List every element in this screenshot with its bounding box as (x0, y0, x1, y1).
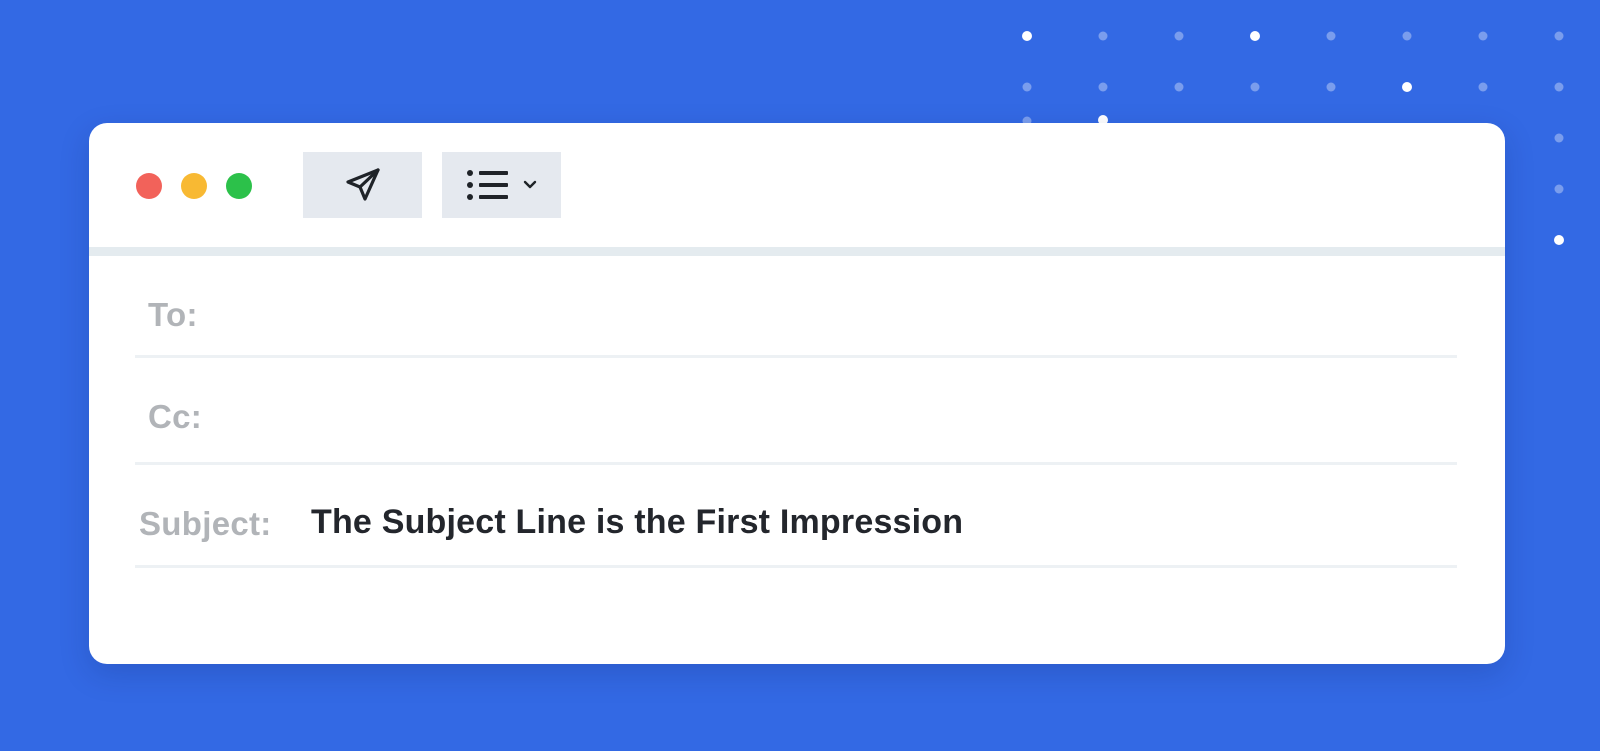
maximize-window-button[interactable] (226, 173, 252, 199)
paper-plane-icon (345, 168, 380, 201)
cc-label: Cc: (148, 398, 203, 435)
minimize-window-button[interactable] (181, 173, 207, 199)
email-compose-window: To: Cc: Subject: The Subject Line is the… (89, 123, 1505, 664)
compose-toolbar (89, 123, 1505, 247)
cc-field[interactable]: Cc: (135, 358, 1457, 465)
to-label: To: (148, 296, 198, 333)
bulleted-list-icon (466, 170, 508, 200)
subject-input[interactable]: The Subject Line is the First Impression (311, 503, 963, 542)
subject-label: Subject: (139, 505, 272, 542)
format-list-button[interactable] (442, 152, 561, 218)
toolbar-divider (89, 247, 1505, 256)
close-window-button[interactable] (136, 173, 162, 199)
send-button[interactable] (303, 152, 422, 218)
to-field[interactable]: To: (135, 256, 1457, 358)
subject-field[interactable]: Subject: The Subject Line is the First I… (135, 465, 1457, 568)
chevron-down-icon (523, 180, 536, 189)
